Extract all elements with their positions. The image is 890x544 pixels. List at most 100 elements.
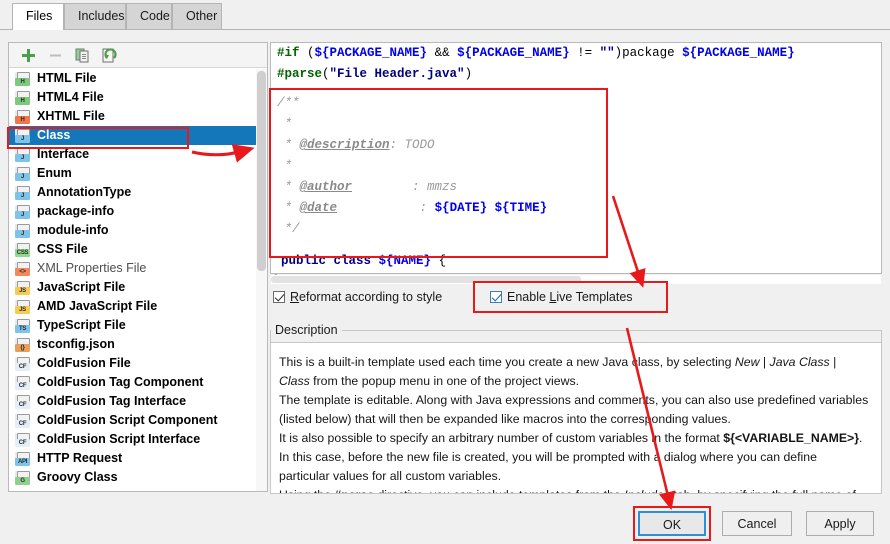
tsconfig-json-icon: {} <box>15 338 30 352</box>
list-item[interactable]: Jpackage-info <box>9 202 267 221</box>
desc-menu-new: New <box>734 355 760 369</box>
live-templates-checkbox[interactable]: Enable Live Templates <box>490 290 633 304</box>
icon-badge: JS <box>15 306 30 314</box>
description-group-border <box>270 330 882 342</box>
html4-file-icon: H <box>15 91 30 105</box>
live-templates-label-pre: Enable <box>507 290 550 304</box>
description-text: This is a built-in template used each ti… <box>279 353 869 493</box>
tab-bar: Files Includes Code Other <box>0 0 890 30</box>
icon-badge: J <box>15 173 30 181</box>
comment-blank-1: * <box>277 117 293 131</box>
typescript-file-icon: TS <box>15 319 30 333</box>
token-parse-directive: #parse <box>277 67 323 81</box>
editor-line-class: public class ${NAME} { <box>275 251 446 272</box>
list-item[interactable]: J Enum <box>9 164 267 183</box>
list-item-label: CSS File <box>37 242 88 256</box>
list-item-label: TypeScript File <box>37 318 126 332</box>
template-list-scrollbar-thumb[interactable] <box>257 71 266 271</box>
list-item[interactable]: CF ColdFusion Script Component <box>9 411 267 430</box>
description-title: Description <box>271 323 342 337</box>
token-and: && <box>427 46 458 60</box>
java-module-info-icon: J <box>15 224 30 238</box>
token-package-name-3: ${PACKAGE_NAME} <box>682 46 795 60</box>
desc-p1-c: | <box>829 355 837 369</box>
tab-other-label: Other <box>186 9 218 23</box>
list-item-label: AnnotationType <box>37 185 132 199</box>
token-paren: ( <box>322 67 330 81</box>
icon-badge: J <box>15 154 30 162</box>
list-item[interactable]: CF ColdFusion Tag Component <box>9 373 267 392</box>
comment-close: */ <box>277 222 300 236</box>
desc-menu-java-class: Java Class <box>769 355 830 369</box>
list-item[interactable]: H XHTML File <box>9 107 267 126</box>
comment-blank-2: * <box>277 159 293 173</box>
ok-button[interactable]: OK <box>638 511 706 536</box>
list-item[interactable]: H HTML4 File <box>9 88 267 107</box>
token-public-class: public class <box>281 254 379 268</box>
list-item[interactable]: TS TypeScript File <box>9 316 267 335</box>
list-item[interactable]: CF ColdFusion File <box>9 354 267 373</box>
http-request-icon: API <box>15 452 30 466</box>
desc-p4-a: Using the <box>279 488 334 493</box>
icon-badge: CF <box>15 382 30 390</box>
template-list-panel: H HTML File H HTML4 File H XHTML File J Class J I… <box>8 42 268 492</box>
list-item[interactable]: CF ColdFusion Tag Interface <box>9 392 267 411</box>
list-item[interactable]: H HTML File <box>9 69 267 88</box>
coldfusion-file-icon: CF <box>15 357 30 371</box>
editor-horizontal-scrollbar[interactable] <box>271 275 881 284</box>
list-item[interactable]: Jmodule-info <box>9 221 267 240</box>
list-item[interactable]: JS JavaScript File <box>9 278 267 297</box>
xhtml-file-icon: H <box>15 110 30 124</box>
list-item-label: module-info <box>37 223 109 237</box>
icon-badge: J <box>15 211 30 219</box>
tab-code-label: Code <box>140 9 170 23</box>
editor-line-parse: #parse("File Header.java") <box>271 64 881 85</box>
list-item-label: XHTML File <box>37 109 105 123</box>
template-list[interactable]: H HTML File H HTML4 File H XHTML File J Class J I… <box>9 69 267 491</box>
tag-description: @description <box>299 138 390 152</box>
list-item[interactable]: API HTTP Request <box>9 449 267 468</box>
list-item[interactable]: J Interface <box>9 145 267 164</box>
reset-icon[interactable] <box>101 47 118 64</box>
template-list-toolbar <box>9 43 267 68</box>
list-item[interactable]: J AnnotationType <box>9 183 267 202</box>
desc-p3-a: It is also possible to specify an arbitr… <box>279 431 724 445</box>
reformat-checkbox-box[interactable] <box>273 291 285 303</box>
reformat-checkbox[interactable]: Reformat according to style <box>273 290 442 304</box>
list-item-label: tsconfig.json <box>37 337 115 351</box>
desc-p4-b: directive, you can include templates fro… <box>374 488 624 493</box>
list-item[interactable]: G Groovy Class <box>9 468 267 487</box>
tab-code[interactable]: Code <box>126 3 172 29</box>
template-list-scrollbar[interactable] <box>256 69 267 491</box>
token-neq: != <box>569 46 600 60</box>
list-item-label: package-info <box>37 204 115 218</box>
list-item[interactable]: {} tsconfig.json <box>9 335 267 354</box>
editor-hscrollbar-thumb[interactable] <box>271 276 581 283</box>
add-icon[interactable] <box>20 47 37 64</box>
icon-badge: H <box>15 97 30 105</box>
list-item[interactable]: CF ColdFusion Script Interface <box>9 430 267 449</box>
tag-date-sep: : <box>337 201 435 215</box>
comment-open: /** <box>277 96 300 110</box>
reformat-checkbox-label: eformat according to style <box>299 290 443 304</box>
list-item[interactable]: J Class <box>9 126 267 145</box>
copy-icon[interactable] <box>74 47 91 64</box>
tab-files[interactable]: Files <box>12 3 64 30</box>
list-item[interactable]: JS AMD JavaScript File <box>9 297 267 316</box>
apply-button[interactable]: Apply <box>806 511 874 536</box>
remove-icon <box>47 47 64 64</box>
tab-other[interactable]: Other <box>172 3 222 29</box>
token-paren-open: ( <box>299 46 315 60</box>
reformat-mnemonic: R <box>290 290 300 304</box>
list-item[interactable]: <> XML Properties File <box>9 259 267 278</box>
editor-line-if: #if (${PACKAGE_NAME} && ${PACKAGE_NAME} … <box>271 43 881 64</box>
icon-badge: JS <box>15 287 30 295</box>
icon-badge: J <box>15 135 30 143</box>
tab-includes[interactable]: Includes <box>64 3 126 29</box>
list-item[interactable]: CSS CSS File <box>9 240 267 259</box>
live-templates-checkbox-box[interactable] <box>490 291 502 303</box>
cancel-button[interactable]: Cancel <box>722 511 792 536</box>
template-editor[interactable]: #if (${PACKAGE_NAME} && ${PACKAGE_NAME} … <box>270 42 882 274</box>
java-interface-icon: J <box>15 148 30 162</box>
list-item-label: Interface <box>37 147 90 161</box>
